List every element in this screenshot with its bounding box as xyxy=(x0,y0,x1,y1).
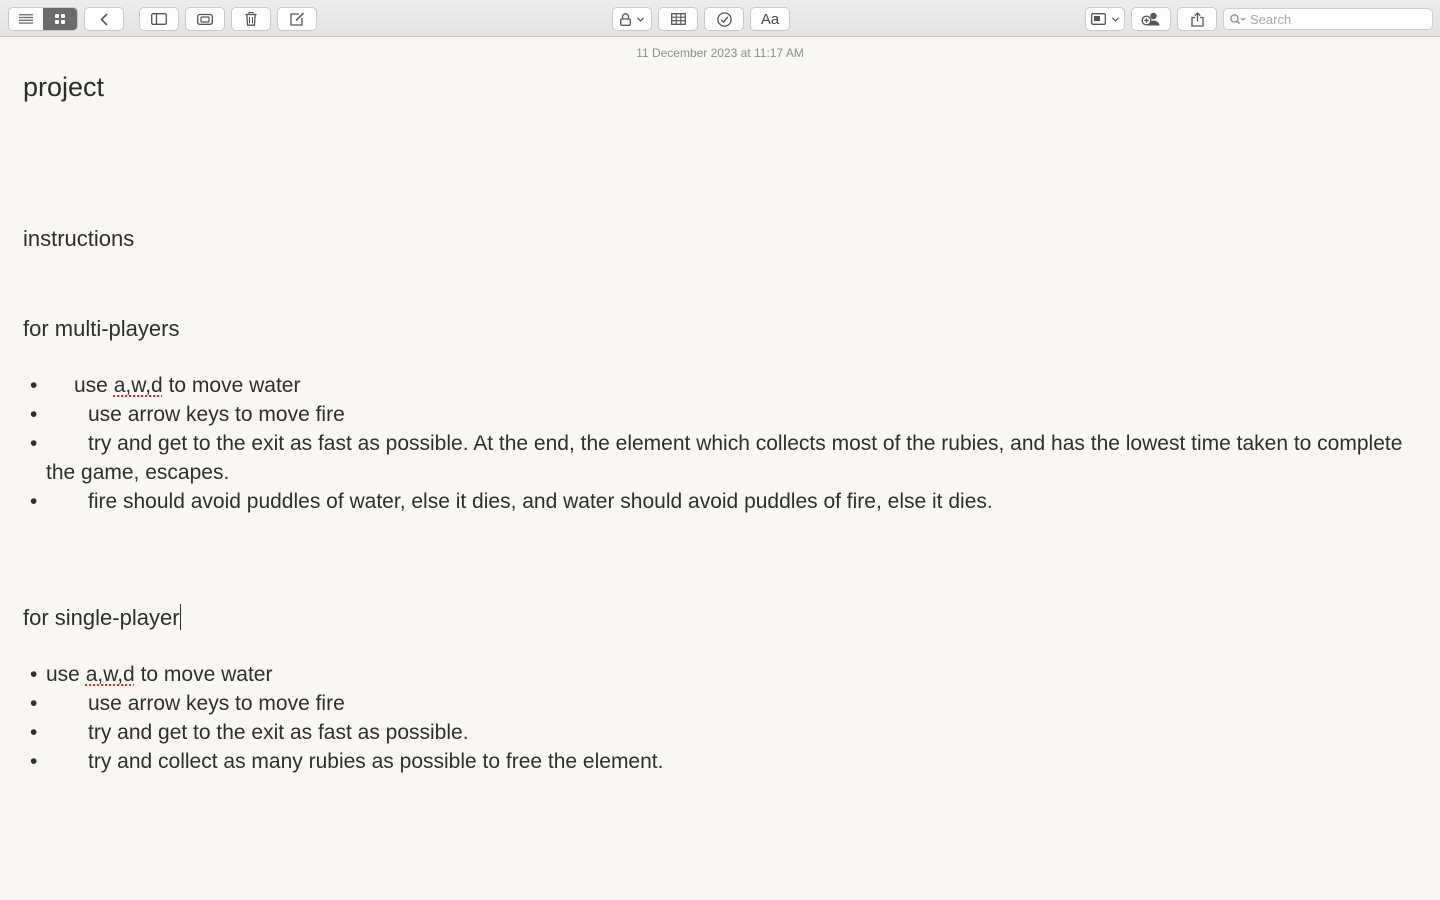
share-icon xyxy=(1190,11,1204,27)
attachments-icon xyxy=(197,13,213,25)
lock-icon xyxy=(619,12,631,26)
search-icon xyxy=(1230,13,1246,24)
lock-button[interactable] xyxy=(612,7,652,31)
trash-icon xyxy=(245,12,257,26)
single-player-list: • use a,w,d to move water • use arrow ke… xyxy=(0,660,1416,776)
media-button[interactable] xyxy=(1085,7,1125,31)
bullet: • xyxy=(30,432,38,455)
bullet: • xyxy=(30,663,38,686)
note-timestamp: 11 December 2023 at 11:17 AM xyxy=(636,46,804,60)
list-item[interactable]: • use arrow keys to move fire xyxy=(0,689,1416,718)
delete-button[interactable] xyxy=(231,7,271,31)
bullet: • xyxy=(30,721,38,744)
toolbar: Aa xyxy=(0,0,1440,37)
list-item[interactable]: • try and get to the exit as fast as pos… xyxy=(0,718,1416,747)
search-input[interactable] xyxy=(1246,11,1420,27)
sidebar-icon xyxy=(151,13,167,25)
multi-players-list: • use a,w,d to move water • use arrow ke… xyxy=(0,371,1416,516)
collaborate-icon xyxy=(1141,12,1160,26)
grid-icon xyxy=(55,14,65,24)
compose-icon xyxy=(289,12,304,26)
list-item[interactable]: • fire should avoid puddles of water, el… xyxy=(0,487,1416,516)
bullet: • xyxy=(30,374,38,397)
list-item[interactable]: • try and get to the exit as fast as pos… xyxy=(0,429,1416,487)
bullet: • xyxy=(30,750,38,773)
list-icon xyxy=(19,14,33,24)
table-icon xyxy=(670,13,686,25)
checklist-button[interactable] xyxy=(704,7,744,31)
share-button[interactable] xyxy=(1177,7,1217,31)
note-title[interactable]: project xyxy=(23,72,104,103)
list-view-button[interactable] xyxy=(9,8,43,30)
spelling-error[interactable]: a,w,d xyxy=(86,663,135,686)
photo-icon xyxy=(1091,13,1107,25)
table-button[interactable] xyxy=(658,7,698,31)
sidebar-button[interactable] xyxy=(139,7,179,31)
spelling-error[interactable]: a,w,d xyxy=(114,374,163,397)
format-icon: Aa xyxy=(760,10,780,28)
attachments-button[interactable] xyxy=(185,7,225,31)
gallery-view-button[interactable] xyxy=(43,8,77,30)
bullet: • xyxy=(30,403,38,426)
text-cursor xyxy=(179,604,181,630)
bullet: • xyxy=(30,692,38,715)
bullet: • xyxy=(30,490,38,513)
chevron-down-icon xyxy=(1111,16,1119,22)
list-item[interactable]: • use arrow keys to move fire xyxy=(0,400,1416,429)
compose-button[interactable] xyxy=(277,7,317,31)
view-switcher xyxy=(8,7,78,31)
search-field[interactable] xyxy=(1223,8,1433,30)
chevron-left-icon xyxy=(100,12,108,26)
format-button[interactable]: Aa xyxy=(750,7,790,31)
back-button[interactable] xyxy=(84,7,124,31)
multi-players-heading[interactable]: for multi-players xyxy=(23,316,179,342)
list-item[interactable]: • use a,w,d to move water xyxy=(0,660,1416,689)
list-item[interactable]: • try and collect as many rubies as poss… xyxy=(0,747,1416,776)
list-item[interactable]: • use a,w,d to move water xyxy=(0,371,1416,400)
checkmark-circle-icon xyxy=(716,11,732,27)
chevron-down-icon xyxy=(637,16,645,22)
single-player-heading[interactable]: for single-player xyxy=(23,604,181,631)
collaborate-button[interactable] xyxy=(1131,7,1171,31)
instructions-heading[interactable]: instructions xyxy=(23,226,134,252)
